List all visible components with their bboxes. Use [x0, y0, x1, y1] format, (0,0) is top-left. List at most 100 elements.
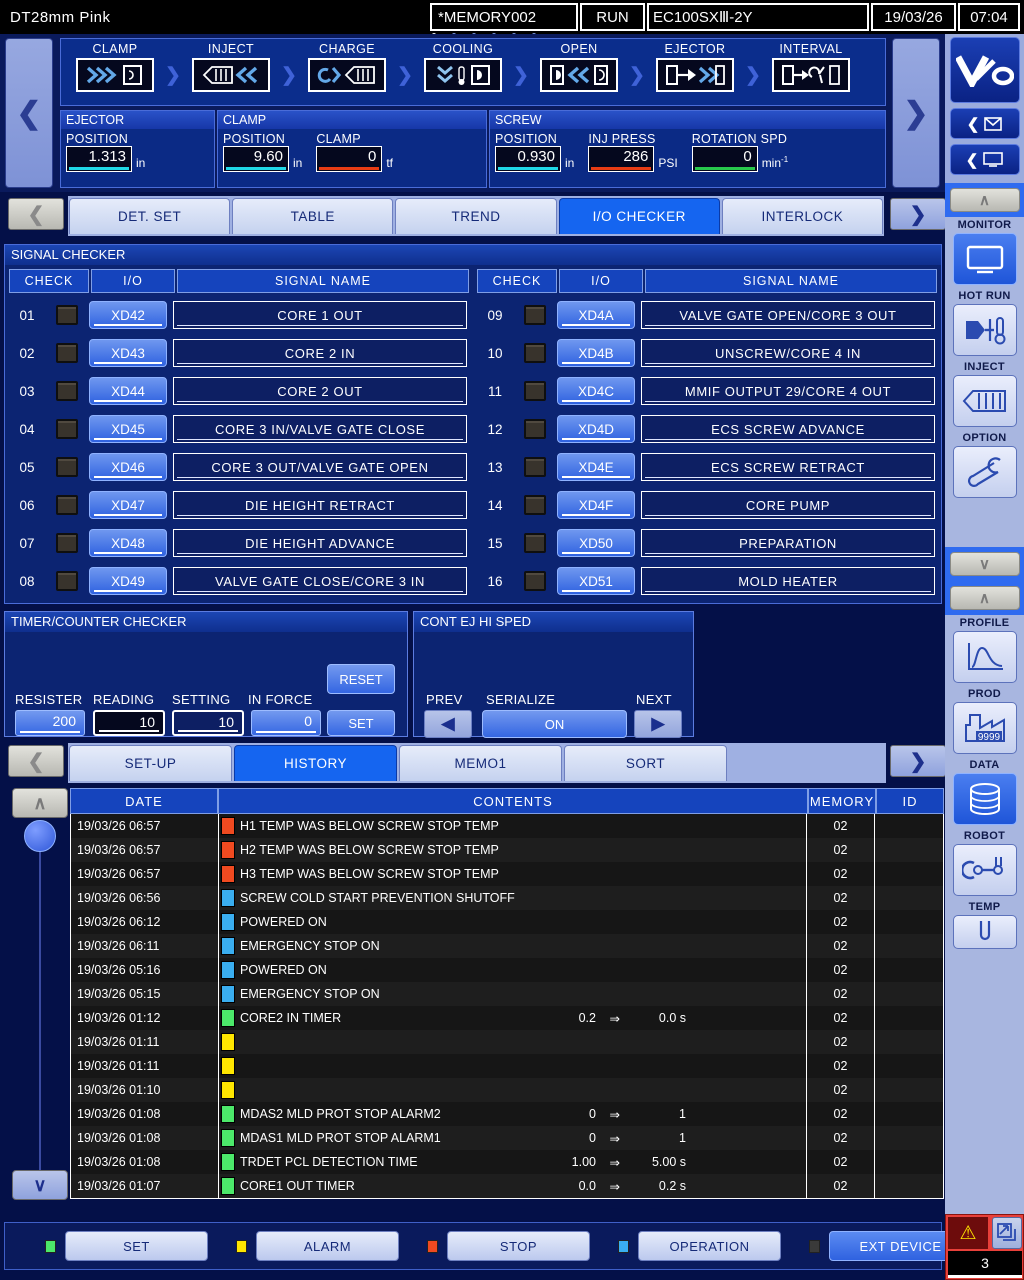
signal-name-field[interactable]: DIE HEIGHT ADVANCE	[173, 529, 467, 557]
memory-field[interactable]: *MEMORY002	[430, 3, 578, 31]
table-row[interactable]: 19/03/26 06:57 H2 TEMP WAS BELOW SCREW S…	[71, 838, 943, 862]
set-filter-button[interactable]: SET	[65, 1231, 208, 1261]
sidebar-scroll-down-button[interactable]: ∨	[950, 552, 1020, 576]
sidebar-scroll-up-button-2[interactable]: ∧	[950, 586, 1020, 610]
tab-trend[interactable]: TREND	[395, 198, 556, 234]
sidebar-item-temp[interactable]: TEMP	[945, 899, 1024, 952]
signal-name-field[interactable]: VALVE GATE OPEN/CORE 3 OUT	[641, 301, 935, 329]
sidebar-item-option[interactable]: OPTION	[945, 430, 1024, 501]
io-address-button[interactable]: XD4D	[557, 415, 635, 443]
setting-value[interactable]: 10	[172, 710, 244, 736]
reset-button[interactable]: RESET	[327, 664, 395, 694]
cont-ej-next-button[interactable]: ▶	[634, 710, 682, 738]
tab-set-up[interactable]: SET-UP	[69, 745, 232, 781]
signal-check-led[interactable]	[524, 571, 546, 591]
signal-name-field[interactable]: CORE 1 OUT	[173, 301, 467, 329]
table-row[interactable]: 19/03/26 06:12 POWERED ON 02	[71, 910, 943, 934]
in-force-value[interactable]: 0	[251, 710, 321, 736]
table-row[interactable]: 19/03/26 01:08 MDAS2 MLD PROT STOP ALARM…	[71, 1102, 943, 1126]
ejector-position-value[interactable]: 1.313	[66, 146, 132, 172]
signal-check-led[interactable]	[56, 495, 78, 515]
restore-window-icon[interactable]	[992, 1217, 1022, 1249]
tab-det-set[interactable]: DET. SET	[69, 198, 230, 234]
reading-value[interactable]: 10	[93, 710, 165, 736]
process-step-inject[interactable]: INJECT	[181, 42, 281, 92]
signal-check-led[interactable]	[56, 419, 78, 439]
signal-check-led[interactable]	[56, 305, 78, 325]
history-tab-prev-button[interactable]: ❮	[8, 745, 64, 777]
signal-check-led[interactable]	[524, 419, 546, 439]
history-scrollbar-thumb[interactable]	[24, 820, 56, 852]
tab-sort[interactable]: SORT	[564, 745, 727, 781]
operation-filter-button[interactable]: OPERATION	[638, 1231, 781, 1261]
tab-memo1[interactable]: MEMO1	[399, 745, 562, 781]
process-step-cooling[interactable]: COOLING	[413, 42, 513, 92]
table-row[interactable]: 19/03/26 01:07 CORE1 OUT TIMER 0.0 ⇒ 0.2…	[71, 1174, 943, 1198]
rotation-spd-value[interactable]: 0	[692, 146, 758, 172]
main-tab-prev-button[interactable]: ❮	[8, 198, 64, 230]
signal-check-led[interactable]	[56, 457, 78, 477]
io-address-button[interactable]: XD48	[89, 529, 167, 557]
history-scroll-down-button[interactable]: ∨	[12, 1170, 68, 1200]
filter-operation[interactable]: OPERATION	[618, 1231, 781, 1261]
signal-name-field[interactable]: CORE 2 OUT	[173, 377, 467, 405]
process-step-ejector[interactable]: EJECTOR	[645, 42, 745, 92]
serialize-state-button[interactable]: ON	[482, 710, 627, 738]
io-address-button[interactable]: XD4F	[557, 491, 635, 519]
filter-stop[interactable]: STOP	[427, 1231, 590, 1261]
set-button[interactable]: SET	[327, 710, 395, 736]
main-tab-next-button[interactable]: ❯	[890, 198, 946, 230]
table-row[interactable]: 19/03/26 05:16 POWERED ON 02	[71, 958, 943, 982]
table-row[interactable]: 19/03/26 06:56 SCREW COLD START PREVENTI…	[71, 886, 943, 910]
quick-screen-button[interactable]: ❮	[950, 144, 1020, 175]
sidebar-item-robot[interactable]: ROBOT	[945, 828, 1024, 899]
signal-check-led[interactable]	[524, 343, 546, 363]
table-row[interactable]: 19/03/26 01:10 02	[71, 1078, 943, 1102]
resister-value[interactable]: 200	[15, 710, 85, 736]
io-address-button[interactable]: XD42	[89, 301, 167, 329]
table-row[interactable]: 19/03/26 06:57 H3 TEMP WAS BELOW SCREW S…	[71, 862, 943, 886]
alarm-filter-button[interactable]: ALARM	[256, 1231, 399, 1261]
screw-position-value[interactable]: 0.930	[495, 146, 561, 172]
process-step-charge[interactable]: CHARGE	[297, 42, 397, 92]
signal-name-field[interactable]: CORE 2 IN	[173, 339, 467, 367]
table-row[interactable]: 19/03/26 01:08 MDAS1 MLD PROT STOP ALARM…	[71, 1126, 943, 1150]
filter-set[interactable]: SET	[45, 1231, 208, 1261]
table-row[interactable]: 19/03/26 01:11 02	[71, 1054, 943, 1078]
history-scrollbar-track[interactable]	[39, 830, 41, 1170]
signal-check-led[interactable]	[524, 457, 546, 477]
signal-name-field[interactable]: MMIF OUTPUT 29/CORE 4 OUT	[641, 377, 935, 405]
signal-name-field[interactable]: ECS SCREW RETRACT	[641, 453, 935, 481]
io-address-button[interactable]: XD43	[89, 339, 167, 367]
table-row[interactable]: 19/03/26 01:08 TRDET PCL DETECTION TIME …	[71, 1150, 943, 1174]
sidebar-scroll-up-button[interactable]: ∧	[950, 188, 1020, 212]
table-row[interactable]: 19/03/26 01:12 CORE2 IN TIMER 0.2 ⇒ 0.0 …	[71, 1006, 943, 1030]
signal-check-led[interactable]	[56, 381, 78, 401]
signal-name-field[interactable]: MOLD HEATER	[641, 567, 935, 595]
signal-name-field[interactable]: CORE 3 OUT/VALVE GATE OPEN	[173, 453, 467, 481]
process-step-interval[interactable]: INTERVAL	[761, 42, 861, 92]
signal-check-led[interactable]	[56, 571, 78, 591]
io-address-button[interactable]: XD4A	[557, 301, 635, 329]
tab-interlock[interactable]: INTERLOCK	[722, 198, 883, 234]
process-next-button[interactable]: ❯	[892, 38, 940, 188]
inj-press-value[interactable]: 286	[588, 146, 654, 172]
signal-name-field[interactable]: CORE 3 IN/VALVE GATE CLOSE	[173, 415, 467, 443]
clamp-position-value[interactable]: 9.60	[223, 146, 289, 172]
clamp-force-value[interactable]: 0	[316, 146, 382, 172]
process-step-clamp[interactable]: CLAMP	[65, 42, 165, 92]
signal-name-field[interactable]: CORE PUMP	[641, 491, 935, 519]
signal-name-field[interactable]: ECS SCREW ADVANCE	[641, 415, 935, 443]
io-address-button[interactable]: XD47	[89, 491, 167, 519]
io-address-button[interactable]: XD50	[557, 529, 635, 557]
io-address-button[interactable]: XD45	[89, 415, 167, 443]
signal-check-led[interactable]	[524, 381, 546, 401]
io-address-button[interactable]: XD4E	[557, 453, 635, 481]
quick-mail-button[interactable]: ❮	[950, 108, 1020, 139]
table-row[interactable]: 19/03/26 05:15 EMERGENCY STOP ON 02	[71, 982, 943, 1006]
sidebar-item-prod[interactable]: PROD 9999	[945, 686, 1024, 757]
table-row[interactable]: 19/03/26 06:57 H1 TEMP WAS BELOW SCREW S…	[71, 814, 943, 838]
table-row[interactable]: 19/03/26 06:11 EMERGENCY STOP ON 02	[71, 934, 943, 958]
io-address-button[interactable]: XD49	[89, 567, 167, 595]
signal-check-led[interactable]	[524, 305, 546, 325]
